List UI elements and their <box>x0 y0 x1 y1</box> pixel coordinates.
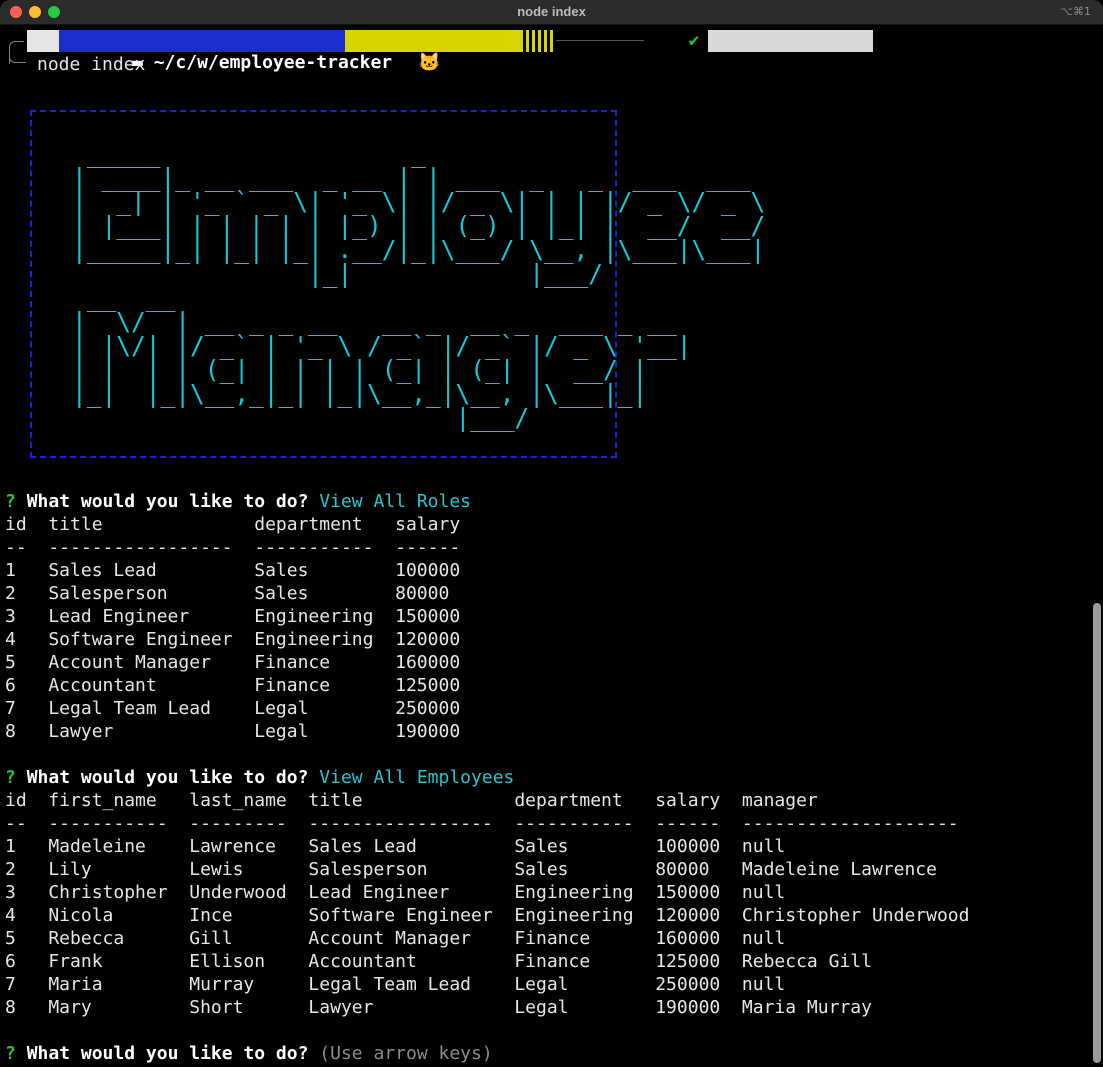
table-row: 8 Mary Short Lawyer Legal 190000 Maria M… <box>5 997 872 1018</box>
apple-icon <box>27 30 106 72</box>
table-row: 6 Accountant Finance 125000 <box>5 675 461 696</box>
clock-icon: ◷ <box>913 52 924 73</box>
table-row: 4 Nicola Ince Software Engineer Engineer… <box>5 905 970 926</box>
table-row: 8 Lawyer Legal 190000 <box>5 721 461 742</box>
success-check-icon: ✔ <box>688 30 700 51</box>
table-row: 3 Christopher Underwood Lead Engineer En… <box>5 882 786 903</box>
table-row: 5 Account Manager Finance 160000 <box>5 652 461 673</box>
table-row: 3 Lead Engineer Engineering 150000 <box>5 606 461 627</box>
roles-table-header: id title department salary <box>5 514 461 535</box>
table-row: 7 Maria Murray Legal Team Lead Legal 250… <box>5 974 786 995</box>
selected-answer: View All Employees <box>319 767 515 788</box>
scrollbar[interactable] <box>1093 603 1101 1063</box>
prompt-time: 03:34:27 PM <box>783 52 903 73</box>
ascii-banner: _____ _ | ____|_ __ ___ _ __ | | ___ _ _… <box>30 110 765 458</box>
powerline-fade <box>520 30 554 52</box>
git-segment: 🐱ᚴ main !1 ?1 <box>345 30 570 73</box>
arrow-keys-hint: (Use arrow keys) <box>319 1043 493 1064</box>
terminal-window: node index ⌥⌘1 ▬ ~/c/w/employee-tracker … <box>0 0 1103 1067</box>
prompt-rule <box>556 40 644 41</box>
title-bar: node index ⌥⌘1 <box>0 0 1103 25</box>
table-row: 1 Sales Lead Sales 100000 <box>5 560 461 581</box>
question-text: What would you like to do? <box>26 1043 309 1064</box>
table-row: 6 Frank Ellison Accountant Finance 12500… <box>5 951 872 972</box>
git-branch-icon: ᚴ <box>440 52 452 73</box>
question-text: What would you like to do? <box>26 491 309 512</box>
command-line: node index <box>37 54 146 75</box>
github-icon: 🐱 <box>418 52 441 73</box>
time-segment: 03:34:27 PM ◷ <box>708 30 924 73</box>
window-shortcut: ⌥⌘1 <box>1060 5 1091 18</box>
table-row: 4 Software Engineer Engineering 120000 <box>5 629 461 650</box>
table-row: 5 Rebecca Gill Account Manager Finance 1… <box>5 928 786 949</box>
roles-table-rule: -- ----------------- ----------- ------ <box>5 537 461 558</box>
banner-art: _____ _ | ____|_ __ ___ _ __ | | ___ _ _… <box>72 139 766 432</box>
table-row: 7 Legal Team Lead Legal 250000 <box>5 698 461 719</box>
path-segment: ▬ ~/c/w/employee-tracker <box>59 30 392 73</box>
git-branch-status: main !1 ?1 <box>462 52 571 73</box>
roles-question-line: ? What would you like to do? View All Ro… <box>5 490 471 513</box>
employees-table-header: id first_name last_name title department… <box>5 790 818 811</box>
active-question-line[interactable]: ? What would you like to do? (Use arrow … <box>5 1042 493 1065</box>
selected-answer: View All Roles <box>319 491 472 512</box>
table-row: 1 Madeleine Lawrence Sales Lead Sales 10… <box>5 836 786 857</box>
question-mark-icon: ? <box>5 767 16 788</box>
employees-table-rule: -- ----------- --------- ---------------… <box>5 813 959 834</box>
prompt-frame-bottom <box>9 52 26 63</box>
table-row: 2 Lily Lewis Salesperson Sales 80000 Mad… <box>5 859 937 880</box>
question-text: What would you like to do? <box>26 767 309 788</box>
employees-question-line: ? What would you like to do? View All Em… <box>5 766 514 789</box>
question-mark-icon: ? <box>5 1043 16 1064</box>
question-mark-icon: ? <box>5 491 16 512</box>
table-row: 2 Salesperson Sales 80000 <box>5 583 450 604</box>
window-title: node index <box>517 4 586 19</box>
terminal-content[interactable]: ▬ ~/c/w/employee-tracker 🐱ᚴ main !1 ?1 ✔… <box>0 25 1103 1067</box>
